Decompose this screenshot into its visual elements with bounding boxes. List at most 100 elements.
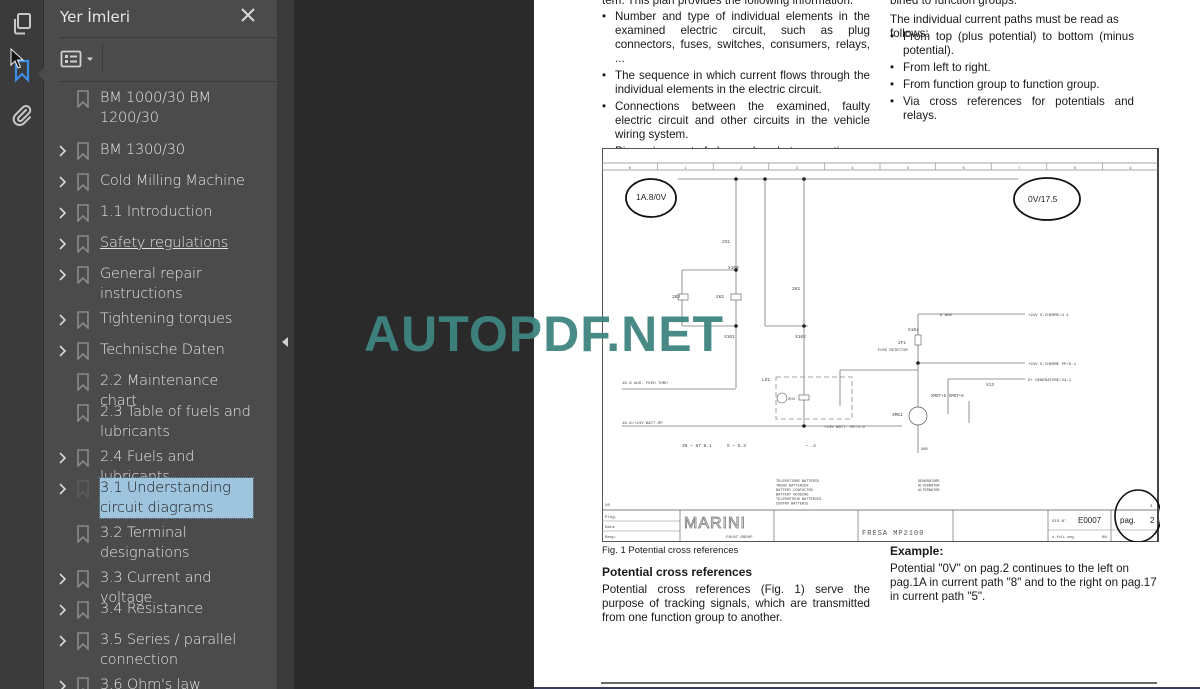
bookmark-label-line: Tightening torques <box>100 311 233 327</box>
chevron-right-icon[interactable] <box>56 344 68 358</box>
dropdown-caret-icon <box>87 57 93 61</box>
figure-caption: Fig. 1 Potential cross references <box>602 545 739 556</box>
chevron-right-icon[interactable] <box>56 237 68 251</box>
bookmark-label: 3.2 Terminal designations <box>100 523 256 563</box>
example-heading: Example: <box>890 544 944 558</box>
bookmark-label-line: circuit diagrams <box>100 500 214 516</box>
bookmark-label-line: connection <box>100 652 178 668</box>
legend-line: CENTRO BATTERIE <box>776 503 808 507</box>
bookmark-label: 3.6 Ohm's law <box>100 675 256 689</box>
chevron-right-icon[interactable] <box>56 206 68 220</box>
bookmarks-panel: Yer İmleri BM 1000/30 BM 1200/30 BM 1300/3… <box>44 0 314 689</box>
bookmark-label-line: 1200/30 <box>100 110 159 126</box>
bullet-item: From left to right. <box>890 61 1134 75</box>
attachments-button[interactable] <box>8 102 36 130</box>
bookmark-icon <box>77 266 89 284</box>
watermark: AUTOPDF.NET <box>364 306 725 362</box>
svg-text:+24V BATT. RP/3.6: +24V BATT. RP/3.6 <box>824 425 865 430</box>
attachment-icon <box>12 104 32 126</box>
chevron-right-icon[interactable] <box>56 679 68 689</box>
svg-text:X100: X100 <box>728 265 739 271</box>
bookmark-icon <box>77 90 89 108</box>
svg-text:Resp.: Resp. <box>605 536 617 540</box>
cut-paragraph: bined to function groups. <box>890 0 1017 7</box>
svg-text:6 mm2: 6 mm2 <box>940 314 953 318</box>
reading-order-list: From top (plus potential) to bottom (min… <box>890 30 1134 126</box>
bookmark-icon <box>77 525 89 543</box>
bullet-item: Via cross references for potentials and … <box>890 95 1134 123</box>
left-cross-ref: 1A.8/0V <box>636 192 667 202</box>
svg-text:2: 2 <box>1150 516 1155 525</box>
chevron-right-icon[interactable] <box>56 175 68 189</box>
bookmark-icon <box>77 632 89 650</box>
svg-text:30 ~ 87 6.1: 30 ~ 87 6.1 <box>682 443 712 449</box>
chevron-right-icon[interactable] <box>56 313 68 327</box>
bookmark-icon <box>77 404 89 422</box>
svg-text:E0007: E0007 <box>1078 516 1102 525</box>
bookmark-icon <box>77 570 89 588</box>
list-options-icon <box>60 50 82 68</box>
bookmark-label: 2.3 Table of fuels and lubricants <box>100 402 256 442</box>
legend-line: BATTERY HOUSING <box>776 494 808 498</box>
chevron-right-icon[interactable] <box>56 268 68 282</box>
bookmark-icon <box>77 204 89 222</box>
tool-rail <box>0 0 44 689</box>
bookmark-label-line: 3.2 Terminal <box>100 525 187 541</box>
close-icon <box>241 8 255 22</box>
legend-line: TRENO BATTERIEN <box>776 485 808 489</box>
chevron-right-icon[interactable] <box>56 144 68 158</box>
bookmark-label: 3.4 Resistance <box>100 599 256 619</box>
bookmark-label-line: lubricants <box>100 424 170 440</box>
svg-text:X104: X104 <box>908 327 919 333</box>
chevron-right-icon[interactable] <box>56 451 68 465</box>
pdf-viewer: Yer İmleri BM 1000/30 BM 1200/30 BM 1300/3… <box>0 0 1200 689</box>
chevron-right-icon[interactable] <box>56 603 68 617</box>
svg-text:X13: X13 <box>986 382 994 388</box>
bookmark-label: 1.1 Introduction <box>100 202 256 222</box>
bookmark-label-line: Technische Daten <box>100 342 225 358</box>
bookmark-label-line: 3.6 Ohm's law <box>100 677 201 689</box>
bookmark-icon <box>77 373 89 391</box>
right-cross-ref: 0V/17.5 <box>1028 194 1058 204</box>
bookmark-label-line: General repair <box>100 266 202 282</box>
bullet-item: The sequence in which current flows thro… <box>602 69 870 97</box>
bookmark-label-line: Safety regulations <box>100 235 229 251</box>
legend-line: TELERUTTORE BATTERIE <box>776 480 819 484</box>
pages-button[interactable] <box>8 10 36 38</box>
svg-text:pag.: pag. <box>1120 516 1136 525</box>
bookmark-icon <box>77 342 89 360</box>
svg-text:+24V S.CHERME PP/8.1: +24V S.CHERME PP/8.1 <box>1028 362 1077 367</box>
chevron-right-icon[interactable] <box>56 634 68 648</box>
svg-text:DIS.N°: DIS.N° <box>1052 519 1066 524</box>
svg-text:2S1: 2S1 <box>722 239 730 245</box>
bullet-item: Connections between the examined, faulty… <box>602 100 870 142</box>
bullet-item: From function group to function group. <box>890 78 1134 92</box>
chevron-right-icon[interactable] <box>56 572 68 586</box>
bookmark-label: 3.5 Series / parallel connection <box>100 630 256 670</box>
close-panel-button[interactable] <box>238 5 258 25</box>
svg-text:18.6 AUX. FEED THRU: 18.6 AUX. FEED THRU <box>622 382 668 386</box>
section-heading: Potential cross references <box>602 565 753 579</box>
bookmark-icon <box>77 142 89 160</box>
cut-paragraph: tem. This plan provides the following in… <box>602 0 854 7</box>
bookmark-label-line: Cold Milling Machine <box>100 173 245 189</box>
svg-text:GND: GND <box>921 448 929 452</box>
bullet-item: Number and type of individual elements i… <box>602 10 870 66</box>
chevron-left-icon <box>282 337 288 347</box>
bookmark-icon <box>77 677 89 689</box>
bookmark-icon <box>77 311 89 329</box>
svg-text:XMOT+5 XMOT+6: XMOT+5 XMOT+6 <box>931 395 964 399</box>
svg-text:LD1: LD1 <box>762 377 770 383</box>
chevron-right-icon[interactable] <box>56 482 68 496</box>
bookmark-label: Safety regulations <box>100 233 256 253</box>
info-bullet-list: Number and type of individual elements i… <box>602 10 870 162</box>
bookmark-icon <box>77 601 89 619</box>
bookmark-label-line: 1.1 Introduction <box>100 204 213 220</box>
svg-text:2F1: 2F1 <box>898 340 906 346</box>
collapse-panel-button[interactable] <box>280 334 290 350</box>
svg-text:3MG1: 3MG1 <box>892 412 903 418</box>
bookmark-options-button[interactable] <box>60 47 98 71</box>
svg-text:D+ GENERATORE/24.1: D+ GENERATORE/24.1 <box>1028 378 1072 383</box>
panel-divider <box>59 81 307 82</box>
section-body: Potential cross references (Fig. 1) serv… <box>602 583 870 624</box>
